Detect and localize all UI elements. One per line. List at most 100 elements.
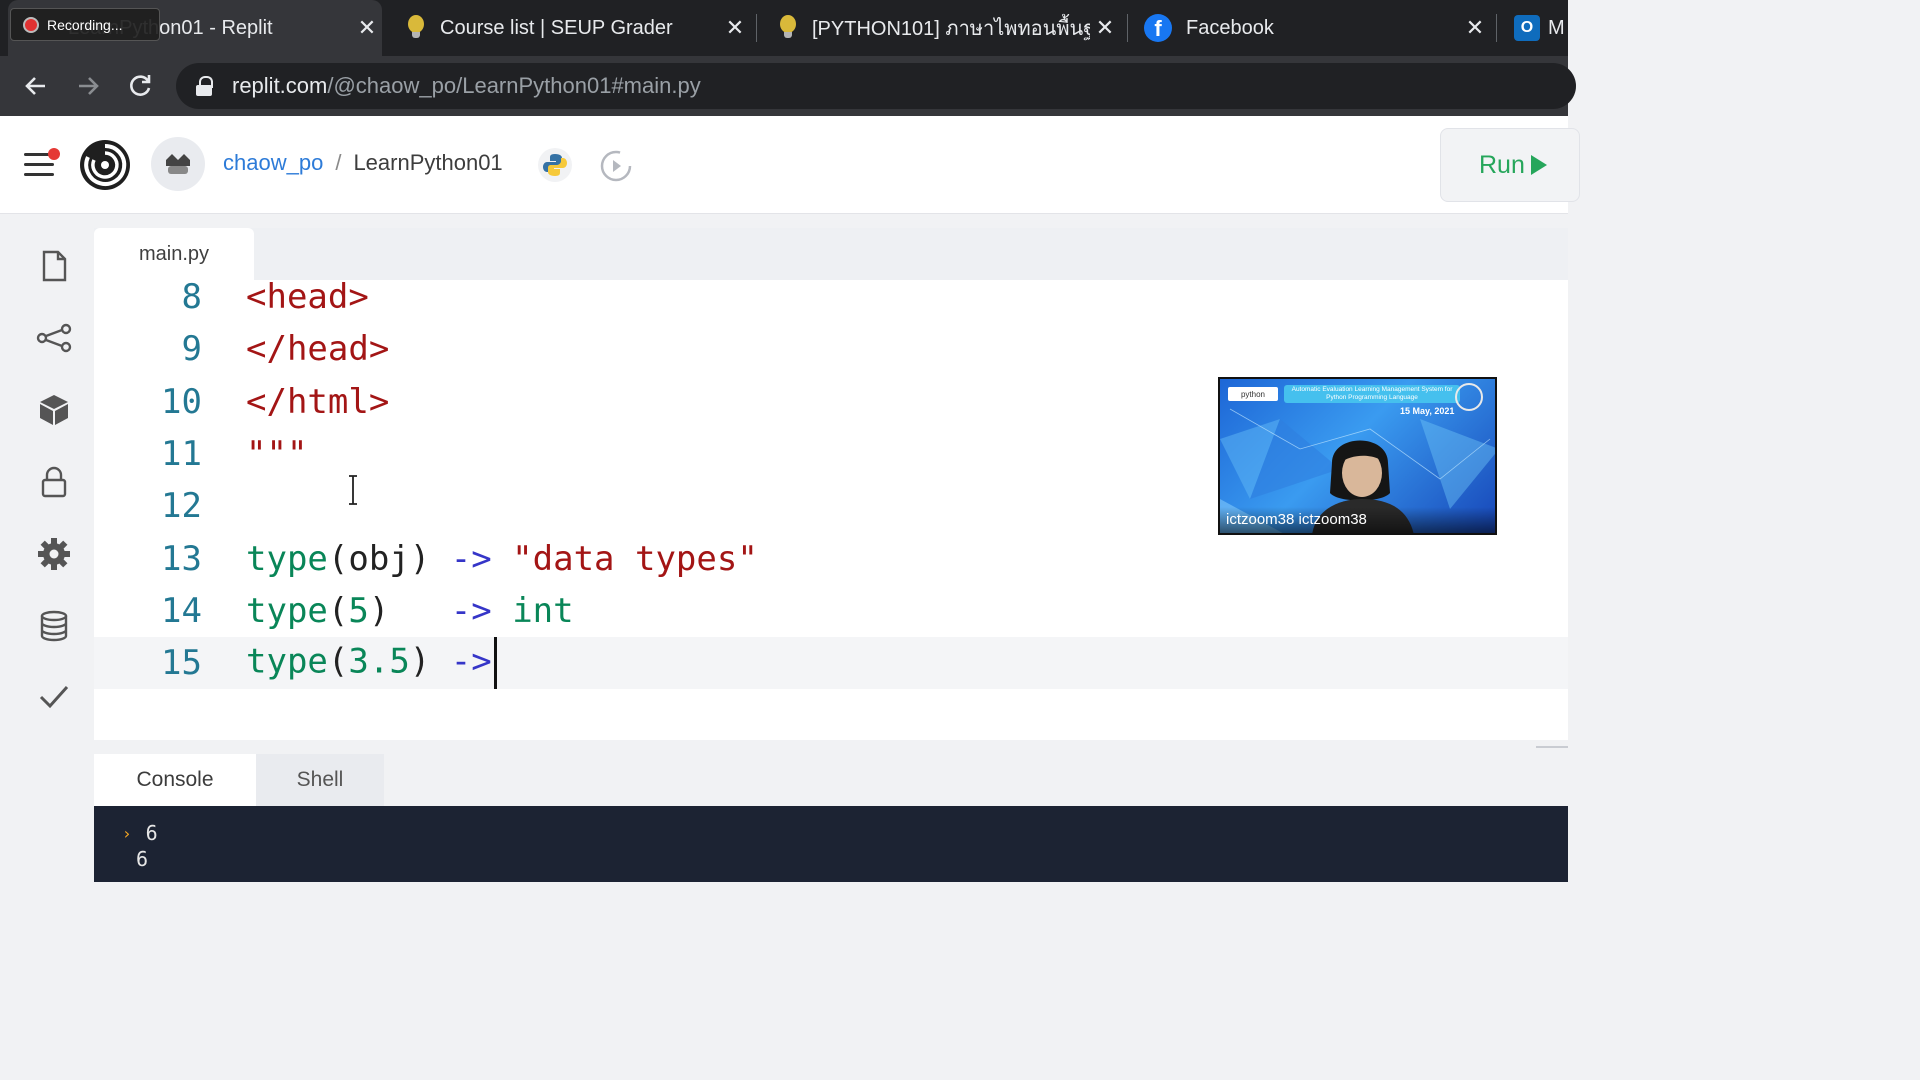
files-icon[interactable] [36,248,72,284]
console-line: › 6 [122,820,158,846]
history-icon[interactable] [597,147,635,185]
arrow-left-icon [25,77,45,95]
tab-title: Facebook [1186,16,1274,39]
code-token: ) [368,590,451,631]
play-icon [1530,155,1547,175]
code-token: int [512,590,574,631]
console-line: 6 [122,846,148,872]
record-icon [23,16,39,33]
recording-indicator: Recording... [10,8,160,41]
python-icon [543,154,567,176]
video-call-overlay[interactable]: python Automatic Evaluation Learning Man… [1218,377,1497,535]
text-cursor-icon [349,475,357,505]
close-icon[interactable]: ✕ [1460,15,1490,41]
panel-tab-strip: Console Shell [94,740,1568,806]
line-number: 13 [161,538,202,579]
user-avatar[interactable] [151,137,205,191]
text-caret [493,637,497,690]
video-banner: Automatic Evaluation Learning Management… [1284,385,1460,403]
python-badge: python [1228,387,1278,401]
line-number: 8 [181,277,202,317]
code-token: type [246,538,328,579]
tab-shell[interactable]: Shell [256,754,384,806]
code-token: </head> [246,329,390,370]
browser-tab-facebook[interactable]: f Facebook ✕ [1128,0,1490,56]
resize-handle[interactable] [1536,746,1568,748]
facebook-favicon-icon: f [1144,14,1172,42]
code-text: </head> [246,329,389,369]
recording-label: Recording... [47,16,123,33]
code-line[interactable]: 9 </head> [94,323,1568,375]
code-token: -> [450,538,492,579]
browser-tab-seup[interactable]: Course list | SEUP Grader ✕ [386,0,750,56]
code-text: <head> [246,277,369,317]
code-token: -> [450,590,492,631]
prompt-icon: › [122,823,132,843]
console-text: 6 [136,847,149,871]
console-output[interactable]: › 6 6 [94,806,1568,882]
video-date: 15 May, 2021 [1400,406,1455,416]
packages-icon[interactable] [36,392,72,428]
line-number: 10 [161,381,202,422]
code-token: ( [327,641,349,682]
browser-tab-python101[interactable]: [PYTHON101] ภาษาไพทอนพื้นฐาน ✕ [758,0,1120,56]
notification-dot [48,148,60,160]
tab-divider [756,14,757,42]
tab-console[interactable]: Console [94,754,256,806]
repl-name[interactable]: LearnPython01 [353,150,502,176]
code-line[interactable]: 15 type(3.5) -> [94,637,1568,690]
browser-tab-outlook[interactable]: O M [1498,0,1568,56]
close-icon[interactable]: ✕ [352,15,382,41]
version-control-icon[interactable] [36,320,72,356]
back-button[interactable] [18,68,54,104]
replit-logo-icon[interactable] [78,138,132,192]
code-token: type [246,590,328,631]
url-path: /@chaow_po/LearnPython01#main.py [327,73,701,98]
database-icon[interactable] [36,608,72,644]
participant-name: ictzoom38 ictzoom38 [1220,507,1495,533]
run-button[interactable]: Run [1440,128,1580,202]
code-token: 3.5 [348,641,410,682]
replit-header: chaow_po / LearnPython01 Run [0,116,1580,214]
reload-icon [130,75,151,96]
code-token: ) [409,641,451,682]
reload-button[interactable] [122,68,158,104]
sidebar-rail [14,228,94,882]
close-icon[interactable]: ✕ [1090,15,1120,41]
line-number: 11 [161,433,202,474]
arrow-right-icon [79,77,99,95]
code-token: 5 [348,590,369,631]
line-number: 9 [181,329,202,370]
breadcrumb-user-link[interactable]: chaow_po [223,150,323,176]
code-line[interactable]: 14 type(5) -> int [94,585,1568,637]
lock-secrets-icon[interactable] [36,464,72,500]
code-text: type(5) -> int [246,591,574,631]
code-line[interactable]: 13 type(obj) -> "data types" [94,533,1568,585]
code-token: "data types" [512,538,758,579]
forward-button[interactable] [70,68,106,104]
lock-icon [196,76,213,96]
close-icon[interactable]: ✕ [720,15,750,41]
url-input[interactable]: replit.com/@chaow_po/LearnPython01#main.… [176,63,1576,109]
code-token: -> [450,641,492,682]
outlook-favicon-icon: O [1514,15,1540,41]
code-text: type(3.5) -> [246,637,497,690]
run-label: Run [1479,150,1525,179]
line-number: 15 [161,643,202,684]
seal-icon [1455,383,1483,411]
code-text: """ [246,434,307,474]
checkmark-icon[interactable] [36,678,72,714]
code-token: ( [327,590,349,631]
breadcrumb: chaow_po / LearnPython01 [223,150,503,176]
address-bar: replit.com/@chaow_po/LearnPython01#main.… [0,56,1576,116]
breadcrumb-separator: / [335,150,342,175]
python-language-icon[interactable] [538,148,572,182]
code-text: type(obj) -> "data types" [246,539,758,579]
tab-title: [PYTHON101] ภาษาไพทอนพื้นฐาน [812,18,1090,40]
gear-icon[interactable] [36,536,72,572]
browser-tab-bar: LearnPython01 - Replit ✕ Course list | S… [0,0,1568,56]
bulb-favicon-icon [778,15,798,41]
code-line[interactable]: 8 <head> [94,271,1568,323]
